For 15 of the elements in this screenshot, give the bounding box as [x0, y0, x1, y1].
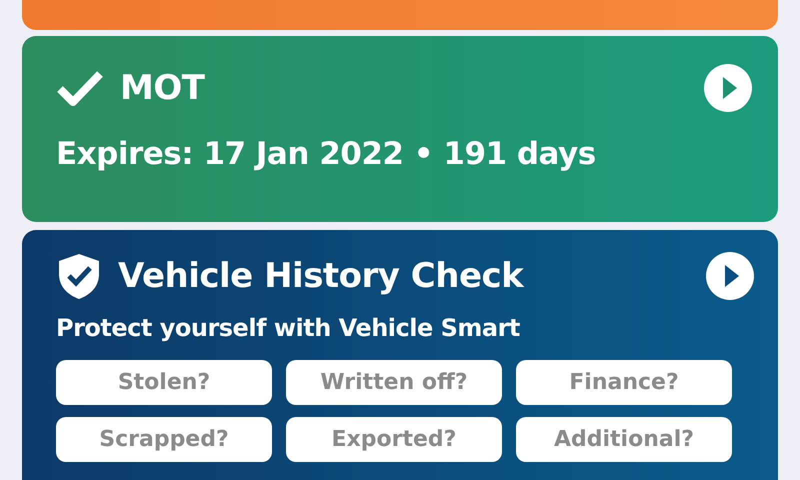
card-title: Vehicle History Check: [118, 256, 526, 296]
check-chip[interactable]: Written off?: [286, 360, 502, 405]
subtitle: Protect yourself with Vehicle Smart: [56, 314, 521, 342]
expiry-text: Expires: 17 Jan 2022 • 191 days: [56, 136, 597, 172]
check-chip[interactable]: Exported?: [286, 417, 502, 462]
play-icon[interactable]: [706, 252, 754, 300]
check-chip[interactable]: Scrapped?: [56, 417, 272, 462]
card-title: MOT: [120, 68, 206, 108]
shield-check-icon: [56, 252, 102, 300]
history-card[interactable]: Vehicle History Check Protect yourself with Vehicle Smart Stolen? Written off? Finance? Scrapped? Exported? Additional?: [22, 230, 778, 480]
play-icon[interactable]: [704, 64, 752, 112]
check-chip[interactable]: Finance?: [516, 360, 732, 405]
check-chip[interactable]: Additional?: [516, 417, 732, 462]
mot-card[interactable]: MOT Expires: 17 Jan 2022 • 191 days: [22, 36, 778, 222]
check-chip[interactable]: Stolen?: [56, 360, 272, 405]
